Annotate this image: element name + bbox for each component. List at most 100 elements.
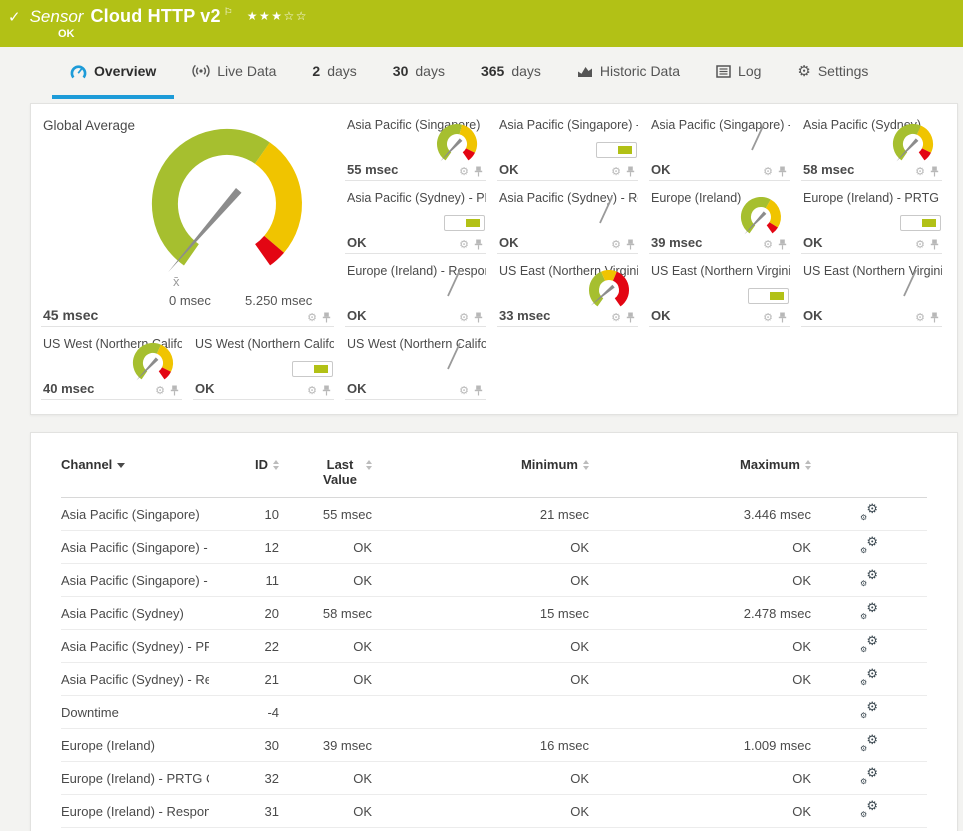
pin-icon[interactable] <box>474 239 483 250</box>
channel-panel[interactable]: Europe (Ireland) 39 msec ⚙ <box>649 187 790 254</box>
edit-channel-icon[interactable]: ⚙ ⚙ <box>860 568 878 588</box>
gear-icon[interactable]: ⚙ <box>459 166 469 177</box>
channel-panel[interactable]: Asia Pacific (Sydney) 58 msec ⚙ <box>801 114 942 181</box>
priority-stars[interactable]: ★★★☆☆ <box>247 9 308 23</box>
edit-channel-icon[interactable]: ⚙ ⚙ <box>860 700 878 720</box>
column-header-last-value[interactable]: Last Value <box>279 457 372 487</box>
cell-maximum: 1.009 msec <box>743 737 811 753</box>
gear-icon[interactable]: ⚙ <box>915 239 925 250</box>
edit-channel-icon[interactable]: ⚙ ⚙ <box>860 535 878 555</box>
edit-channel-icon[interactable]: ⚙ ⚙ <box>860 634 878 654</box>
tab-live-data[interactable]: Live Data <box>174 47 294 99</box>
pin-icon[interactable] <box>778 239 787 250</box>
channel-panel-title: Europe (Ireland) - PRTG Cloud... <box>803 191 942 205</box>
tab-2-days[interactable]: 2 days <box>294 47 374 99</box>
pin-icon[interactable] <box>626 166 635 177</box>
pin-icon[interactable] <box>626 312 635 323</box>
channel-panel-value: OK <box>803 235 823 250</box>
sort-desc-icon[interactable] <box>117 457 126 472</box>
channel-panel[interactable]: Asia Pacific (Singapore) - Res...OK⚙ <box>649 114 790 181</box>
switch-knob <box>770 292 784 300</box>
panel-icon-group: ⚙ <box>611 239 635 250</box>
gear-icon[interactable]: ⚙ <box>915 166 925 177</box>
edit-channel-icon[interactable]: ⚙ ⚙ <box>860 799 878 819</box>
channel-panel[interactable]: Asia Pacific (Sydney) - Respo...OK⚙ <box>497 187 638 254</box>
pin-icon[interactable] <box>322 385 331 396</box>
pin-icon[interactable] <box>778 166 787 177</box>
tab-overview[interactable]: Overview <box>52 47 175 99</box>
channel-panel[interactable]: Europe (Ireland) - Response C...OK⚙ <box>345 260 486 327</box>
gear-icon[interactable]: ⚙ <box>611 239 621 250</box>
gear-icon[interactable]: ⚙ <box>155 385 165 396</box>
column-header-maximum[interactable]: Maximum <box>589 457 811 472</box>
channel-table-row[interactable]: Asia Pacific (Singapore) - ... 11 OK OK OK ⚙ ⚙ <box>61 564 927 597</box>
sensor-status-badge: OK <box>58 28 75 40</box>
edit-channel-icon[interactable]: ⚙ ⚙ <box>860 766 878 786</box>
gear-icon[interactable]: ⚙ <box>611 166 621 177</box>
gear-icon[interactable]: ⚙ <box>763 312 773 323</box>
tab-log[interactable]: Log <box>698 47 779 99</box>
channel-panel[interactable]: US East (Northern Virginia) - ...OK⚙ <box>801 260 942 327</box>
panel-global-average[interactable]: Global Average x̄ 0 msec 5.250 msec 45 m… <box>41 114 334 327</box>
panel-icon-group: ⚙ <box>763 312 787 323</box>
gear-icon[interactable]: ⚙ <box>459 312 469 323</box>
channel-panel[interactable]: Europe (Ireland) - PRTG Cloud... OK ⚙ <box>801 187 942 254</box>
pin-icon[interactable] <box>474 166 483 177</box>
channel-table-row[interactable]: Asia Pacific (Sydney) 20 58 msec 15 msec 2.4… <box>61 597 927 630</box>
pin-icon[interactable] <box>322 312 331 323</box>
gear-icon[interactable]: ⚙ <box>763 239 773 250</box>
sort-icon[interactable] <box>805 457 811 472</box>
channel-panel[interactable]: US West (Northern California)...OK⚙ <box>193 333 334 400</box>
gear-icon[interactable]: ⚙ <box>763 166 773 177</box>
favorite-flag-icon[interactable]: ⚐ <box>224 7 233 18</box>
mini-gauge <box>892 124 934 162</box>
pin-icon[interactable] <box>930 166 939 177</box>
tab-settings[interactable]: ⚙ Settings <box>779 47 886 99</box>
channel-table-row[interactable]: Europe (Ireland) - Respon... 31 OK OK OK ⚙ ⚙ <box>61 795 927 828</box>
edit-channel-icon[interactable]: ⚙ ⚙ <box>860 667 878 687</box>
channel-panel[interactable]: US East (Northern Virginia) - ...OK⚙ <box>649 260 790 327</box>
column-header-minimum[interactable]: Minimum <box>372 457 589 472</box>
channel-panel-value: OK <box>347 308 367 323</box>
channel-panel[interactable]: US West (Northern California)...OK⚙ <box>345 333 486 400</box>
channel-table-row[interactable]: Asia Pacific (Singapore) 10 55 msec 21 msec… <box>61 498 927 531</box>
cell-minimum: 16 msec <box>539 737 589 753</box>
pin-icon[interactable] <box>474 312 483 323</box>
edit-channel-icon[interactable]: ⚙ ⚙ <box>860 502 878 522</box>
pin-icon[interactable] <box>474 385 483 396</box>
gear-icon[interactable]: ⚙ <box>459 385 469 396</box>
channel-table-row[interactable]: Asia Pacific (Singapore) - ... 12 OK OK OK ⚙ ⚙ <box>61 531 927 564</box>
tab-30-days[interactable]: 30 days <box>375 47 463 99</box>
tab-365-days[interactable]: 365 days <box>463 47 559 99</box>
gear-icon[interactable]: ⚙ <box>307 312 317 323</box>
pin-icon[interactable] <box>778 312 787 323</box>
pin-icon[interactable] <box>626 239 635 250</box>
channel-panel[interactable]: Asia Pacific (Singapore) 55 msec ⚙ <box>345 114 486 181</box>
cell-id: 10 <box>264 506 279 522</box>
gear-icon[interactable]: ⚙ <box>307 385 317 396</box>
channel-panel-value: OK <box>195 381 215 396</box>
channel-table-row[interactable]: Asia Pacific (Sydney) - PR... 22 OK OK OK ⚙ ⚙ <box>61 630 927 663</box>
edit-channel-icon[interactable]: ⚙ ⚙ <box>860 733 878 753</box>
channel-panel[interactable]: US East (Northern Virginia) 33 msec ⚙ <box>497 260 638 327</box>
channel-table-row[interactable]: Europe (Ireland) 30 39 msec 16 msec 1.009 ms… <box>61 729 927 762</box>
channel-table-row[interactable]: Downtime -4 ⚙ ⚙ <box>61 696 927 729</box>
channel-table-row[interactable]: Asia Pacific (Sydney) - Re... 21 OK OK OK ⚙ ⚙ <box>61 663 927 696</box>
gear-icon[interactable]: ⚙ <box>915 312 925 323</box>
pin-icon[interactable] <box>930 239 939 250</box>
edit-channel-icon[interactable]: ⚙ ⚙ <box>860 601 878 621</box>
channel-panel[interactable]: Asia Pacific (Sydney) - PRTG ... OK ⚙ <box>345 187 486 254</box>
tab-number: 2 <box>312 63 321 79</box>
gear-icon[interactable]: ⚙ <box>611 312 621 323</box>
channel-panel[interactable]: US West (Northern California)40 msec⚙ <box>41 333 182 400</box>
channel-panel[interactable]: Asia Pacific (Singapore) - PR... OK ⚙ <box>497 114 638 181</box>
panel-icon-group: ⚙ <box>307 312 331 323</box>
tab-historic-data[interactable]: Historic Data <box>559 47 698 99</box>
gear-icon[interactable]: ⚙ <box>459 239 469 250</box>
column-header-id[interactable]: ID <box>209 457 279 472</box>
channel-table-row[interactable]: Europe (Ireland) - PRTG Cl... 32 OK OK OK ⚙⚙ <box>61 762 927 795</box>
pin-icon[interactable] <box>930 312 939 323</box>
historic-chart-icon <box>577 64 593 78</box>
pin-icon[interactable] <box>170 385 179 396</box>
column-header-channel[interactable]: Channel <box>61 457 209 472</box>
